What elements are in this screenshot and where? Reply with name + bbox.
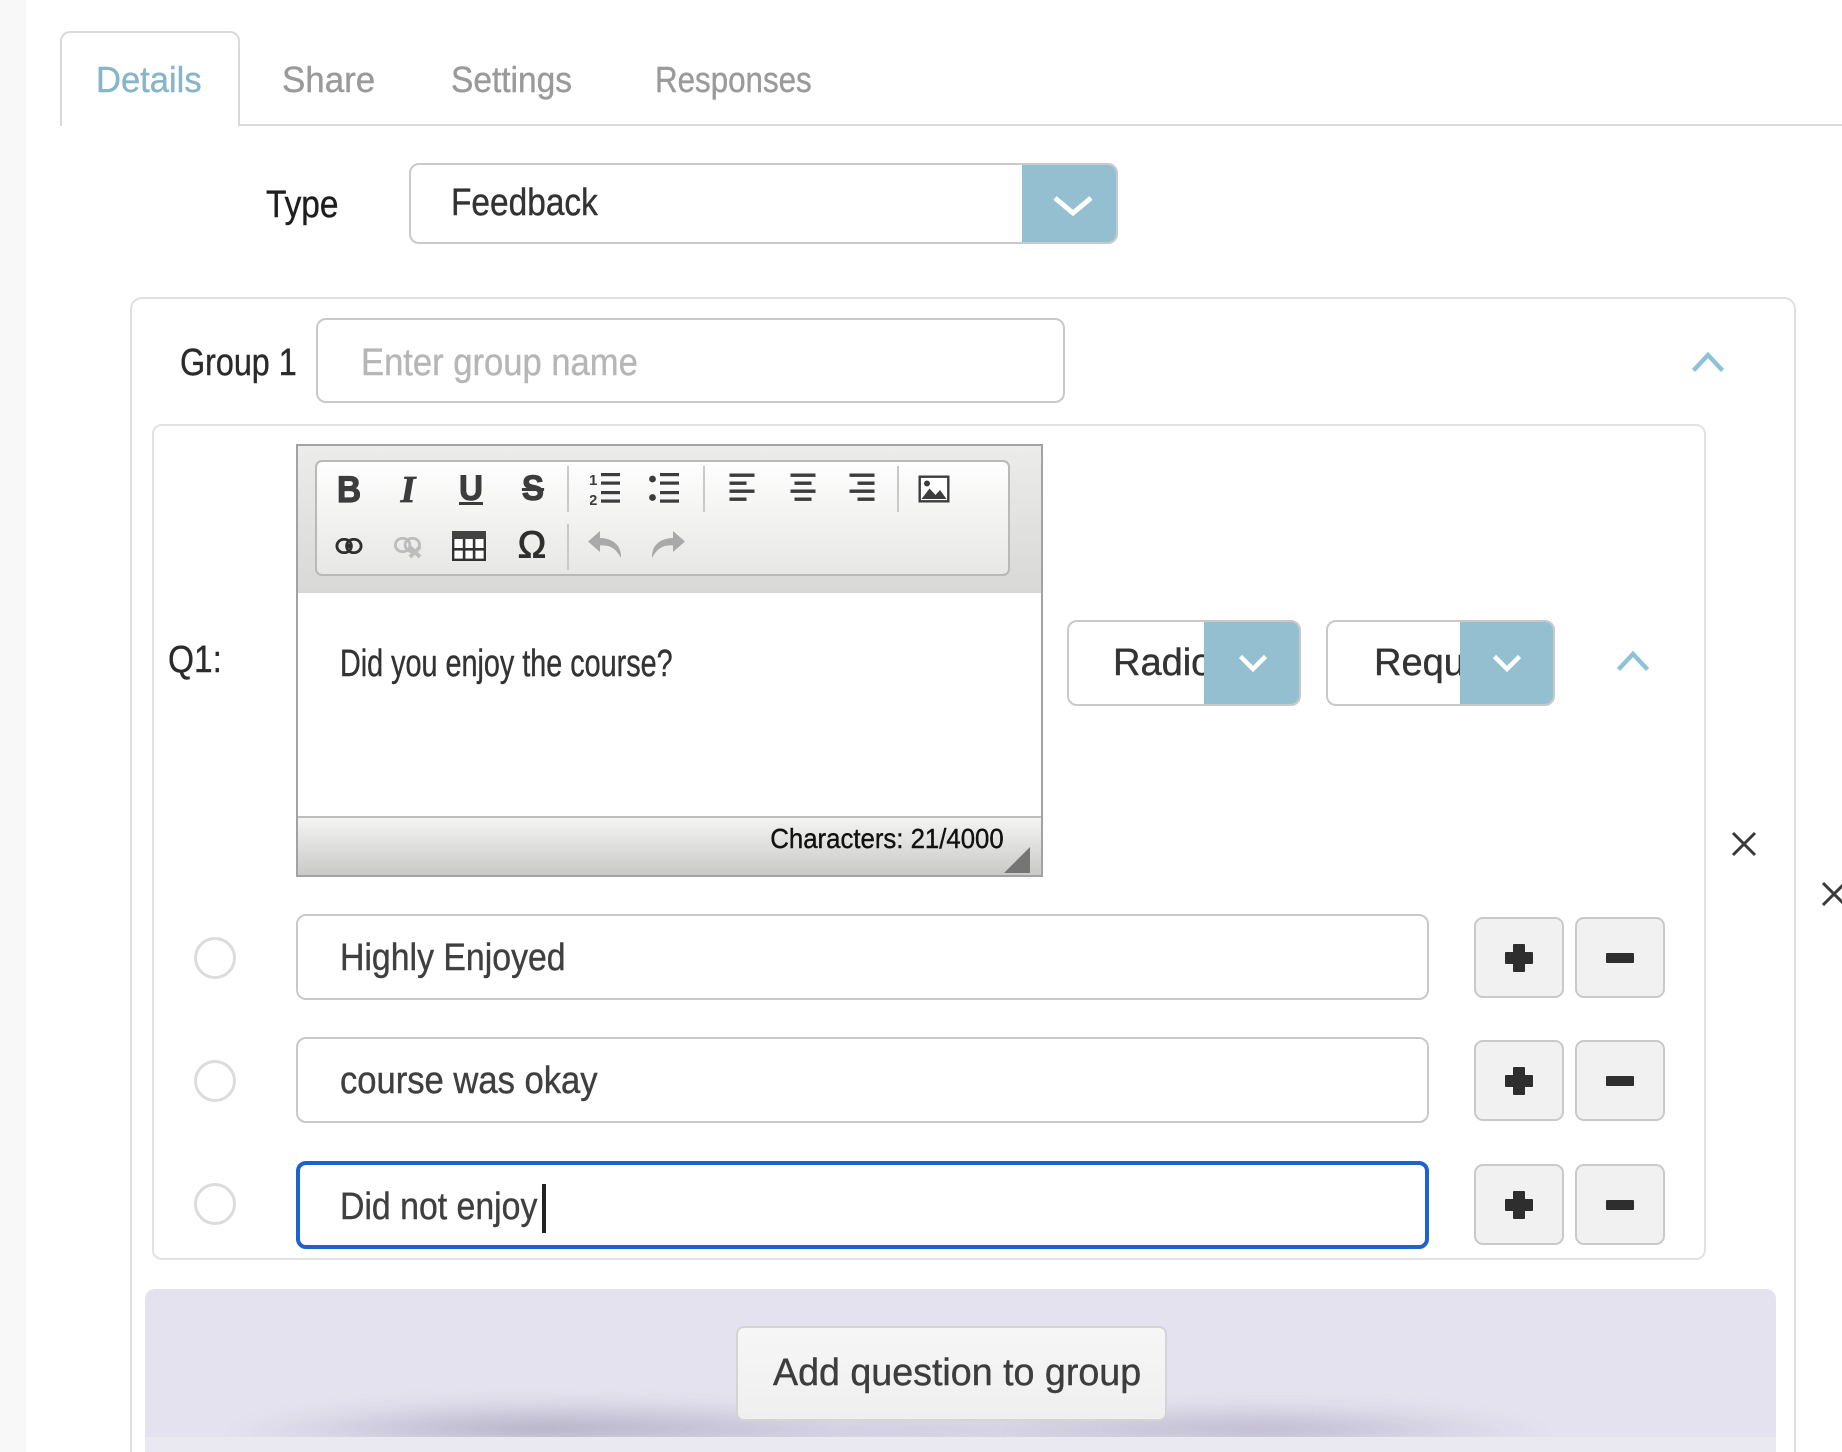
- svg-text:2: 2: [590, 492, 597, 506]
- svg-text:1: 1: [590, 472, 597, 489]
